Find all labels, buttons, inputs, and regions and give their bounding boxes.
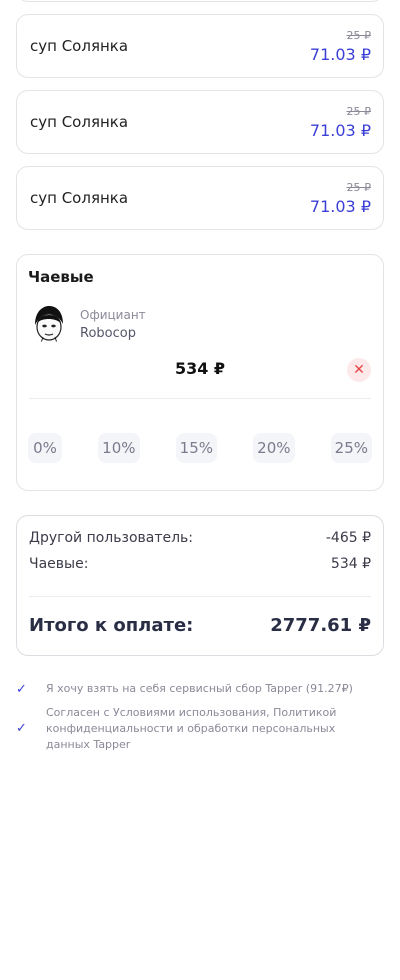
service-fee-consent[interactable]: ✓ Я хочу взять на себя сервисный сбор Ta… <box>16 681 376 699</box>
item-old-price: 25 ₽ <box>346 29 372 42</box>
checkmark-icon[interactable]: ✓ <box>16 683 29 696</box>
item-price: 71.03 ₽ <box>309 197 371 216</box>
tip-amount[interactable]: 534 ₽ <box>17 359 383 378</box>
item-price: 71.03 ₽ <box>309 121 371 140</box>
order-item: суп Солянка 25 ₽ 71.03 ₽ <box>16 90 384 154</box>
service-fee-text: Я хочу взять на себя сервисный сбор Tapp… <box>46 682 353 695</box>
tip-percent-10[interactable]: 10% <box>98 433 140 463</box>
tip-percent-25[interactable]: 25% <box>330 433 372 463</box>
tips-card: Чаевые Официант Robocop 534 ₽ ✕ 0% 10% 1… <box>16 254 384 491</box>
divider <box>29 596 371 597</box>
item-name: суп Солянка <box>30 37 129 55</box>
waiter-role: Официант <box>80 308 146 322</box>
payment-page: суп Солянка 25 ₽ 71.03 ₽ суп Солянка 25 … <box>0 0 400 980</box>
checkmark-icon[interactable]: ✓ <box>16 722 29 735</box>
payment-summary: Другой пользователь: -465 ₽ Чаевые: 534 … <box>16 515 384 656</box>
clear-tip-button[interactable]: ✕ <box>347 358 371 382</box>
divider <box>29 398 371 399</box>
waiter-avatar <box>29 303 69 343</box>
item-price: 71.03 ₽ <box>309 45 371 64</box>
tip-percent-options: 0% 10% 15% 20% 25% <box>28 433 372 463</box>
order-item: суп Солянка 25 ₽ 71.03 ₽ <box>16 14 384 78</box>
avatar-face-icon <box>30 304 68 343</box>
close-icon: ✕ <box>353 362 365 378</box>
tip-percent-15[interactable]: 15% <box>175 433 217 463</box>
tips-summary-label: Чаевые: <box>29 556 89 572</box>
previous-item-card <box>16 0 384 2</box>
tip-percent-20[interactable]: 20% <box>253 433 295 463</box>
item-name: суп Солянка <box>30 113 129 131</box>
tip-percent-0[interactable]: 0% <box>28 433 62 463</box>
other-user-label: Другой пользователь: <box>29 530 194 546</box>
order-item: суп Солянка 25 ₽ 71.03 ₽ <box>16 166 384 230</box>
terms-consent[interactable]: ✓ Согласен с Условиями использования, По… <box>16 705 376 755</box>
terms-text: Согласен с Условиями использования, Поли… <box>46 706 337 751</box>
tips-summary-value: 534 ₽ <box>330 556 371 572</box>
total-label: Итого к оплате: <box>29 615 194 636</box>
item-old-price: 25 ₽ <box>346 181 372 194</box>
tips-title: Чаевые <box>28 268 94 286</box>
total-value: 2777.61 ₽ <box>270 615 371 636</box>
item-old-price: 25 ₽ <box>346 105 372 118</box>
other-user-value: -465 ₽ <box>325 530 371 546</box>
waiter-name: Robocop <box>80 326 136 341</box>
item-name: суп Солянка <box>30 189 129 207</box>
